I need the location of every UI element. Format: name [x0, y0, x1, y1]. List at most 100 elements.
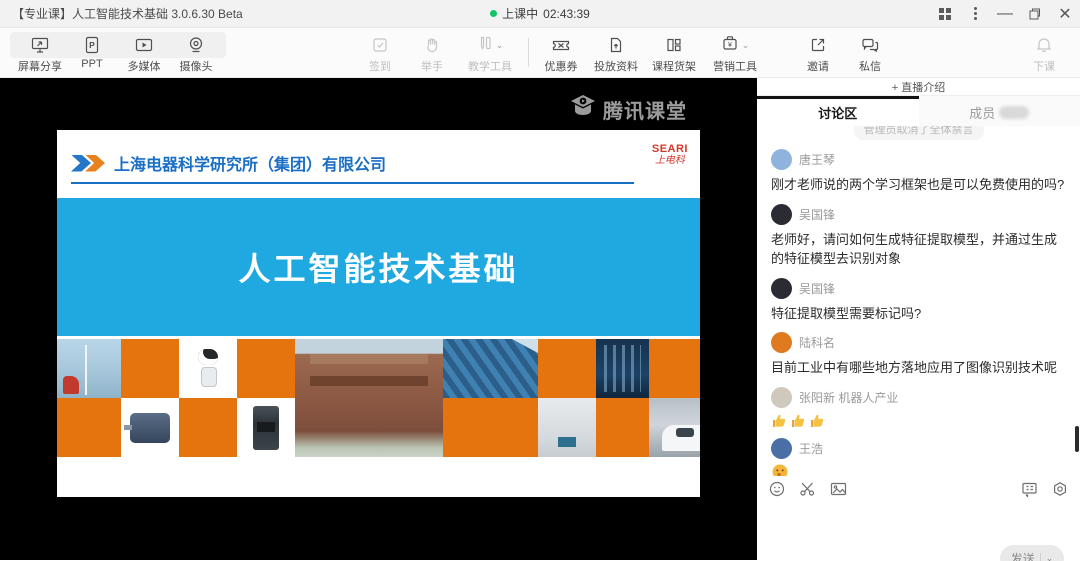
slide-title-text: 人工智能技术基础 [238, 244, 518, 290]
ppt-file-icon: P [83, 33, 101, 57]
montage-photo-lab-room [538, 398, 596, 457]
chevron-down-icon: ⌄ [742, 40, 750, 51]
screenshot-scissors-icon[interactable] [799, 481, 816, 497]
message-author: 王浩 [799, 440, 823, 457]
invite-button[interactable]: 邀请 [792, 28, 844, 77]
panel-tabs: 讨论区 成员 [757, 96, 1080, 126]
montage-orange-tile [596, 398, 649, 457]
brand-watermark: 腾讯课堂 [570, 94, 687, 124]
sign-in-button[interactable]: 签到 [354, 28, 406, 77]
webcam-icon [187, 33, 205, 57]
chat-message: 唐王琴刚才老师说的两个学习框架也是可以免费使用的吗? [771, 149, 1066, 195]
avatar [771, 204, 792, 225]
live-intro-button[interactable]: + 直播介绍 [757, 78, 1080, 96]
screen-share-button[interactable]: 屏幕分享 [14, 28, 66, 77]
pen-ruler-icon [477, 34, 493, 57]
end-class-button[interactable]: 下课 [1018, 28, 1070, 77]
class-timer: 02:43:39 [543, 7, 590, 21]
class-tools-group: 签到 举手 ⌄ 教学工具 优惠券 [354, 28, 767, 77]
brand-watermark-text: 腾讯课堂 [603, 95, 687, 124]
chat-message: 张阳新 机器人产业 [771, 387, 1066, 429]
message-author: 陆科名 [799, 334, 835, 351]
company-name: 上海电器科学研究所（集团）有限公司 [114, 151, 386, 175]
class-status-label: 上课中 [502, 5, 538, 22]
chat-bubbles-icon [860, 33, 880, 57]
thumbs-up-emoji [771, 412, 1066, 429]
montage-photo-solar-panels [443, 339, 538, 398]
materials-button[interactable]: 投放资料 [587, 28, 645, 77]
chat-input-toolbar [757, 476, 1080, 502]
toolbar: 屏幕分享 P PPT 多媒体 摄像头 签到 [0, 28, 1080, 78]
end-class-group: 下课 [1018, 28, 1070, 77]
montage-photo-equipment [596, 339, 649, 398]
raise-hand-icon [423, 33, 441, 57]
shelf-layout-icon [665, 33, 683, 57]
chat-panel: + 直播介绍 讨论区 成员 管理员取消了全体禁言 唐王琴刚才老师说的两个学习框架… [757, 78, 1080, 560]
tab-discussion[interactable]: 讨论区 [757, 96, 919, 126]
close-icon[interactable]: ✕ [1050, 0, 1080, 27]
avatar [771, 149, 792, 170]
message-author: 张阳新 机器人产业 [799, 389, 898, 406]
tencent-classroom-logo-icon [570, 94, 596, 124]
chat-message: 吴国锋老师好，请问如何生成特征提取模型，并通过生成的特征模型去识别对象 [771, 204, 1066, 269]
image-upload-icon[interactable] [830, 481, 847, 497]
chat-settings-gear-icon[interactable] [1052, 481, 1068, 497]
dm-button[interactable]: 私信 [844, 28, 896, 77]
chevron-down-icon: ⌄ [496, 40, 504, 51]
media-button-group: 屏幕分享 P PPT 多媒体 摄像头 [10, 28, 226, 77]
coupon-icon [551, 33, 571, 57]
minimize-icon[interactable]: — [990, 0, 1020, 27]
document-push-icon [607, 33, 625, 57]
message-history-icon[interactable] [1021, 481, 1038, 497]
montage-photo-institute-building [295, 339, 443, 457]
ppt-button[interactable]: P PPT [66, 28, 118, 77]
avatar [771, 438, 792, 459]
invite-share-icon [809, 33, 827, 57]
restore-icon[interactable] [1020, 0, 1050, 27]
montage-orange-tile [649, 339, 700, 398]
briefcase-yuan-icon: ¥ [721, 34, 739, 57]
chat-scrollbar-thumb[interactable] [1075, 426, 1079, 452]
montage-photo-circuit-breaker [237, 398, 295, 457]
window-title: 【专业课】人工智能技术基础 3.0.6.30 Beta [0, 5, 243, 22]
tab-members[interactable]: 成员 [919, 96, 1080, 126]
send-button[interactable]: 发送 ⌄ [1000, 545, 1064, 561]
slide-title-banner: 人工智能技术基础 [57, 198, 700, 336]
live-indicator-dot [490, 10, 497, 17]
titlebar: 【专业课】人工智能技术基础 3.0.6.30 Beta 上课中 02:43:39… [0, 0, 1080, 28]
coupon-button[interactable]: 优惠券 [535, 28, 587, 77]
chat-message: 陆科名目前工业中有哪些地方落地应用了图像识别技术呢 [771, 332, 1066, 378]
communication-group: 邀请 私信 [792, 28, 896, 77]
montage-photo-car [649, 398, 700, 457]
course-shelf-button[interactable]: 课程货架 [645, 28, 703, 77]
face-emoji [771, 463, 1066, 477]
montage-orange-tile [237, 339, 295, 398]
message-author: 吴国锋 [799, 280, 835, 297]
message-text: 目前工业中有哪些地方落地应用了图像识别技术呢 [771, 358, 1066, 378]
send-options-caret-icon: ⌄ [1046, 553, 1054, 561]
montage-orange-tile [443, 398, 538, 457]
chat-message: 吴国锋特征提取模型需要标记吗? [771, 278, 1066, 324]
sign-in-icon [371, 33, 389, 57]
seari-logo: SEARI 上电科 [652, 144, 688, 166]
message-author: 唐王琴 [799, 151, 835, 168]
montage-orange-tile [121, 339, 179, 398]
screen-share-icon [30, 33, 50, 57]
montage-orange-tile [538, 339, 596, 398]
marketing-tools-button[interactable]: ¥ ⌄ 营销工具 [703, 28, 767, 77]
system-message: 管理员取消了全体禁言 [854, 126, 984, 140]
montage-photo-robot [179, 339, 237, 398]
raise-hand-button[interactable]: 举手 [406, 28, 458, 77]
emoji-icon[interactable] [769, 481, 785, 497]
layout-grid-icon[interactable] [930, 0, 960, 27]
window-controls: — ✕ [930, 0, 1080, 27]
camera-button[interactable]: 摄像头 [170, 28, 222, 77]
message-text: 老师好，请问如何生成特征提取模型，并通过生成的特征模型去识别对象 [771, 230, 1066, 269]
montage-photo-motor [121, 398, 179, 457]
more-menu-icon[interactable] [960, 0, 990, 27]
multimedia-button[interactable]: 多媒体 [118, 28, 170, 77]
avatar [771, 278, 792, 299]
svg-text:P: P [89, 40, 95, 50]
teaching-tools-button[interactable]: ⌄ 教学工具 [458, 28, 522, 77]
play-video-icon [134, 33, 154, 57]
